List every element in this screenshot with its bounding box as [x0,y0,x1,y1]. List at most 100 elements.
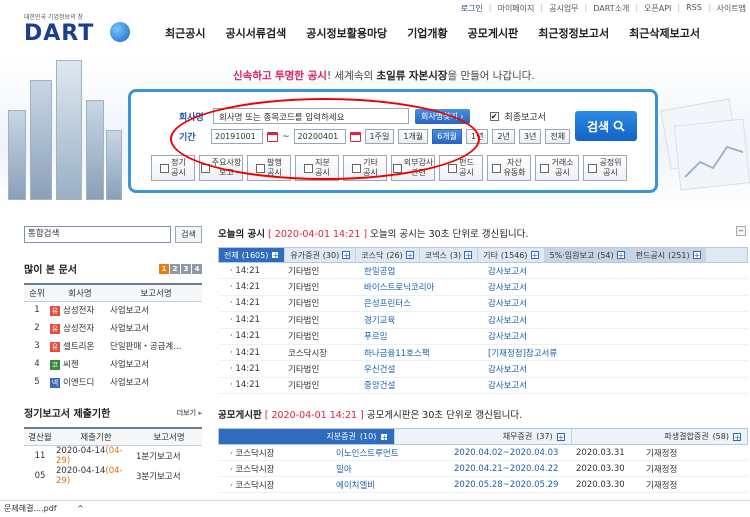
nav-utilization[interactable]: 공시정보활용마당 [306,25,387,41]
period-1year[interactable]: 1년 [465,129,489,144]
panel-scroll-button[interactable]: − [736,226,746,236]
search-button[interactable]: 검색 [575,111,637,141]
tab-all[interactable]: 전체 (1605) + [219,248,286,262]
nav-recent[interactable]: 최근공시 [165,25,205,41]
table-row[interactable]: 5 넥 이엔드디 사업보고서 [24,373,202,391]
cat-major[interactable]: 주요사항 보고 [199,155,243,181]
tab-derivative-securities[interactable]: 파생결합증권 (58) + [572,429,747,444]
cat-regular[interactable]: 정기 공시 [151,155,195,181]
util-mypage[interactable]: 마이페이지 [498,3,535,14]
util-sitemap[interactable]: 사이트맵 [717,3,746,14]
page-2[interactable]: 2 [170,263,180,274]
col-report: 보고서명 [110,283,202,302]
chevron-up-icon[interactable]: ^ [77,504,84,513]
tab-kospi[interactable]: 유가증권 (30) + [285,248,357,262]
period-3years[interactable]: 3년 [518,129,542,144]
search-icon [613,120,625,132]
ipo-list: · 코스닥시장 이노인스트루먼트 2020.04.02~2020.04.03 2020… [218,445,748,494]
table-row[interactable]: 05 2020-04-14(04-29) 3분기보고서 [24,466,202,486]
period-2years[interactable]: 2년 [492,129,515,144]
cat-fund[interactable]: 펀드 공시 [439,155,483,181]
disclosure-search-panel: 회사명 회사명 또는 종목코드를 입력하세요 회사명찾기 › ✔ 최종보고서 기… [128,89,658,193]
cat-other[interactable]: 기타 공시 [343,155,387,181]
calendar-icon[interactable] [267,131,278,142]
util-rss[interactable]: RSS [686,3,702,14]
list-item[interactable]: · 14:21 기타법인 바이스트로닉코리아 감사보고서 [218,279,748,296]
popular-table: 순위 회사명 보고서명 1 유 삼성전자 사업보고서 2 유 삼성전자 사업보고서 3 유 셀트… [24,283,202,391]
nav-ipo-board[interactable]: 공모게시판 [468,25,519,41]
tab-debt-securities[interactable]: 채무증권 (37) + [395,429,572,445]
cat-exchange[interactable]: 거래소 공시 [535,155,579,181]
table-row[interactable]: 4 코 씨젠 사업보고서 [24,355,202,373]
category-filters: 정기 공시 주요사항 보고 발행 공시 지분 공시 기타 공시 외부감사 관련 … [151,155,627,181]
download-bar: 문제해결....pdf ^ [0,500,750,517]
company-search-input[interactable]: 회사명 또는 종목코드를 입력하세요 [213,108,409,124]
list-item[interactable]: · 14:21 코스닥시장 하나금융11호스팩 [기재정정]참고서류 [218,345,748,362]
list-item[interactable]: · 14:21 기타법인 푸르밈 감사보고서 [218,329,748,345]
util-about[interactable]: DART소개 [593,3,629,14]
deadline-table: 결산월 제출기한 보고서명 11 2020-04-14(04-29) 1분기보고서 … [24,427,202,486]
cat-ftc[interactable]: 공정위 공시 [583,155,627,181]
table-row[interactable]: 11 2020-04-14(04-29) 1분기보고서 [24,445,202,466]
nav-company[interactable]: 기업개황 [407,25,447,41]
deadline-more-link[interactable]: 더보기 ▸ [177,408,202,418]
integrated-search-input[interactable]: 통합검색 [24,226,171,243]
logo-word: DART [24,21,95,46]
list-item[interactable]: · 코스닥시장 밀아 2020.04.21~2020.04.22 2020.03.30… [218,461,748,478]
tab-etc[interactable]: 기타 (1546) + [478,248,545,262]
nav-search-docs[interactable]: 공시서류검색 [225,25,286,41]
tab-konex[interactable]: 코넥스 (3) + [420,248,479,262]
list-item[interactable]: · 14:21 기타법인 한일공업 감사보고서 [218,263,748,280]
nav-recent-deleted[interactable]: 최근삭제보고서 [629,25,700,41]
list-item[interactable]: · 코스닥시장 이노인스트루먼트 2020.04.02~2020.04.03 2020… [218,445,748,462]
table-row[interactable]: 3 유 셀트리온 단일판매・공급계... [24,337,202,355]
list-item[interactable]: · 14:21 기타법인 우신건설 감사보고서 [218,361,748,378]
util-login[interactable]: 로그인 [461,3,483,14]
popular-title: 많이 본 문서 [24,265,77,276]
tab-5pct[interactable]: 5%·임원보고 (54) + [544,248,631,262]
integrated-search-button[interactable]: 검색 [175,226,202,243]
period-1month[interactable]: 1개월 [398,129,429,144]
list-item[interactable]: · 14:21 기타법인 은성프린터스 감사보고서 [218,296,748,313]
page-1[interactable]: 1 [159,263,169,274]
calendar-icon[interactable] [349,131,361,142]
date-to-input[interactable]: 20200401 [293,129,346,144]
city-illustration [0,60,130,200]
list-item[interactable]: · 코스닥시장 에이치엘비 2020.05.28~2020.05.29 2020.03… [218,477,748,494]
tab-kosdaq[interactable]: 코스닥 (26) + [356,248,420,262]
dart-logo[interactable]: 대한민국 기업정보의 창 DART [22,10,132,46]
table-row[interactable]: 2 유 삼성전자 사업보고서 [24,319,202,337]
search-button-label: 검색 [586,119,610,134]
find-company-button[interactable]: 회사명찾기 › [415,108,470,124]
today-list: · 14:21 기타법인 한일공업 감사보고서 · 14:21 기타법인 바이스트로닉코리… [218,263,748,395]
date-from-input[interactable]: 20191001 [211,129,263,144]
download-file-item[interactable]: 문제해결....pdf [4,504,57,513]
ipo-header: 공모게시판 [ 2020-04-01 14:21 ] 공모게시판은 30초 단위… [218,410,523,422]
list-item[interactable]: · 14:21 기타법인 경기교육 감사보고서 [218,312,748,329]
utility-nav: 로그인 | 마이페이지 | 공시업무 | DART소개 | 오픈API | RSS | 사이… [460,3,746,14]
cat-issuance[interactable]: 발행 공시 [247,155,291,181]
page-3[interactable]: 3 [181,263,191,274]
period-all[interactable]: 전체 [545,129,571,144]
popular-pager: 1 2 3 4 [159,263,202,274]
hero-slogan: 신속하고 투명한 공시! 세계속의 초일류 자본시장을 만들어 나갑니다. [233,70,535,82]
table-row[interactable]: 1 유 삼성전자 사업보고서 [24,301,202,319]
col-report-name: 보고서명 [136,427,202,446]
col-deadline: 제출기한 [56,427,136,446]
col-month: 결산월 [24,427,56,446]
chart-illustration [655,92,750,197]
cat-securitization[interactable]: 자산 유동화 [487,155,531,181]
list-item[interactable]: · 14:21 기타법인 중앙건설 감사보고서 [218,378,748,395]
tab-equity-securities[interactable]: 지분증권 (10) + [219,429,396,445]
cat-equity[interactable]: 지분 공시 [295,155,339,181]
period-6months[interactable]: 6개월 [432,129,462,144]
page-4[interactable]: 4 [192,263,202,274]
period-1week[interactable]: 1주일 [364,129,395,144]
col-company: 회사명 [50,283,110,302]
util-openapi[interactable]: 오픈API [644,3,671,14]
nav-recent-corrections[interactable]: 최근정정보고서 [538,25,609,41]
latest-report-checkbox[interactable]: ✔ [489,111,499,121]
tab-fund[interactable]: 펀드공시 (251) + [630,248,706,262]
cat-audit[interactable]: 외부감사 관련 [391,155,435,181]
util-disclosure[interactable]: 공시업무 [549,3,578,14]
